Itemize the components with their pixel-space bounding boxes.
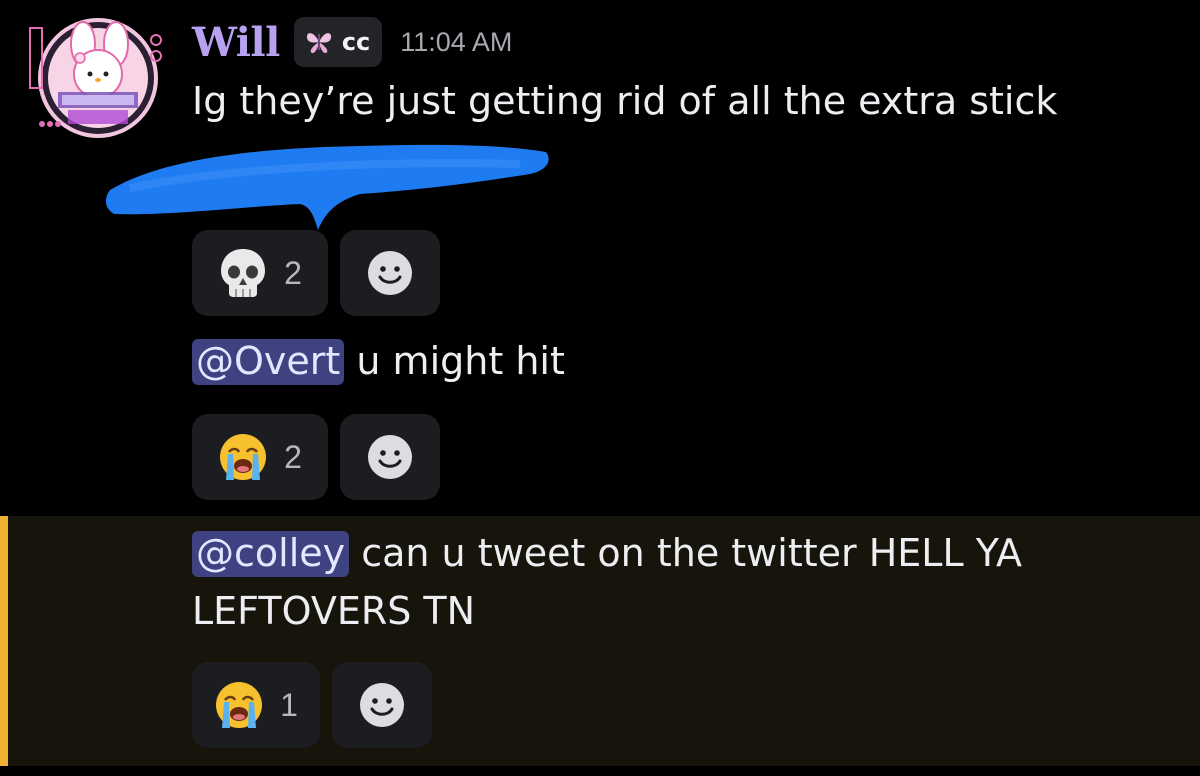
message-group: Will cc 11:04 AM Ig they’re just getting… [0,0,1200,516]
reaction-skull[interactable]: 2 [192,230,328,316]
avatar-image-icon [29,18,162,138]
loudly-crying-face-icon [216,682,263,728]
message-header: Will cc 11:04 AM [192,14,512,70]
reactions-row: 2 [192,414,440,500]
add-reaction-button[interactable] [332,662,432,748]
skull-icon [221,249,266,297]
reaction-count: 2 [284,254,302,291]
redaction-scribble [105,144,549,230]
message-text: @Overt u might hit [192,332,565,390]
reaction-count: 2 [284,438,302,475]
avatar[interactable] [28,18,168,138]
server-tag-label: cc [341,28,371,56]
timestamp[interactable]: 11:04 AM [400,27,512,58]
message-text: Ig they’re just getting rid of all the e… [192,79,1058,123]
reaction-count: 1 [280,686,298,723]
add-reaction-button[interactable] [340,414,440,500]
user-mention[interactable]: @Overt [192,339,345,385]
smiley-icon [360,683,404,727]
loudly-crying-face-icon [220,434,267,480]
reactions-row: 1 [192,662,432,748]
author-name[interactable]: Will [192,19,280,66]
reactions-row: 2 [192,230,440,316]
add-reaction-button[interactable] [340,230,440,316]
bottom-strip [0,766,1200,776]
butterfly-icon [306,33,331,54]
message-body: u might hit [344,339,565,383]
mention-highlight-bar [0,516,8,766]
reaction-crying[interactable]: 2 [192,414,328,500]
smiley-icon [368,435,412,479]
reaction-crying[interactable]: 1 [192,662,320,748]
user-mention[interactable]: @colley [192,531,350,577]
message-text: @colley can u tweet on the twitter HELL … [192,524,1132,640]
server-tag[interactable]: cc [293,17,383,67]
smiley-icon [368,251,412,295]
